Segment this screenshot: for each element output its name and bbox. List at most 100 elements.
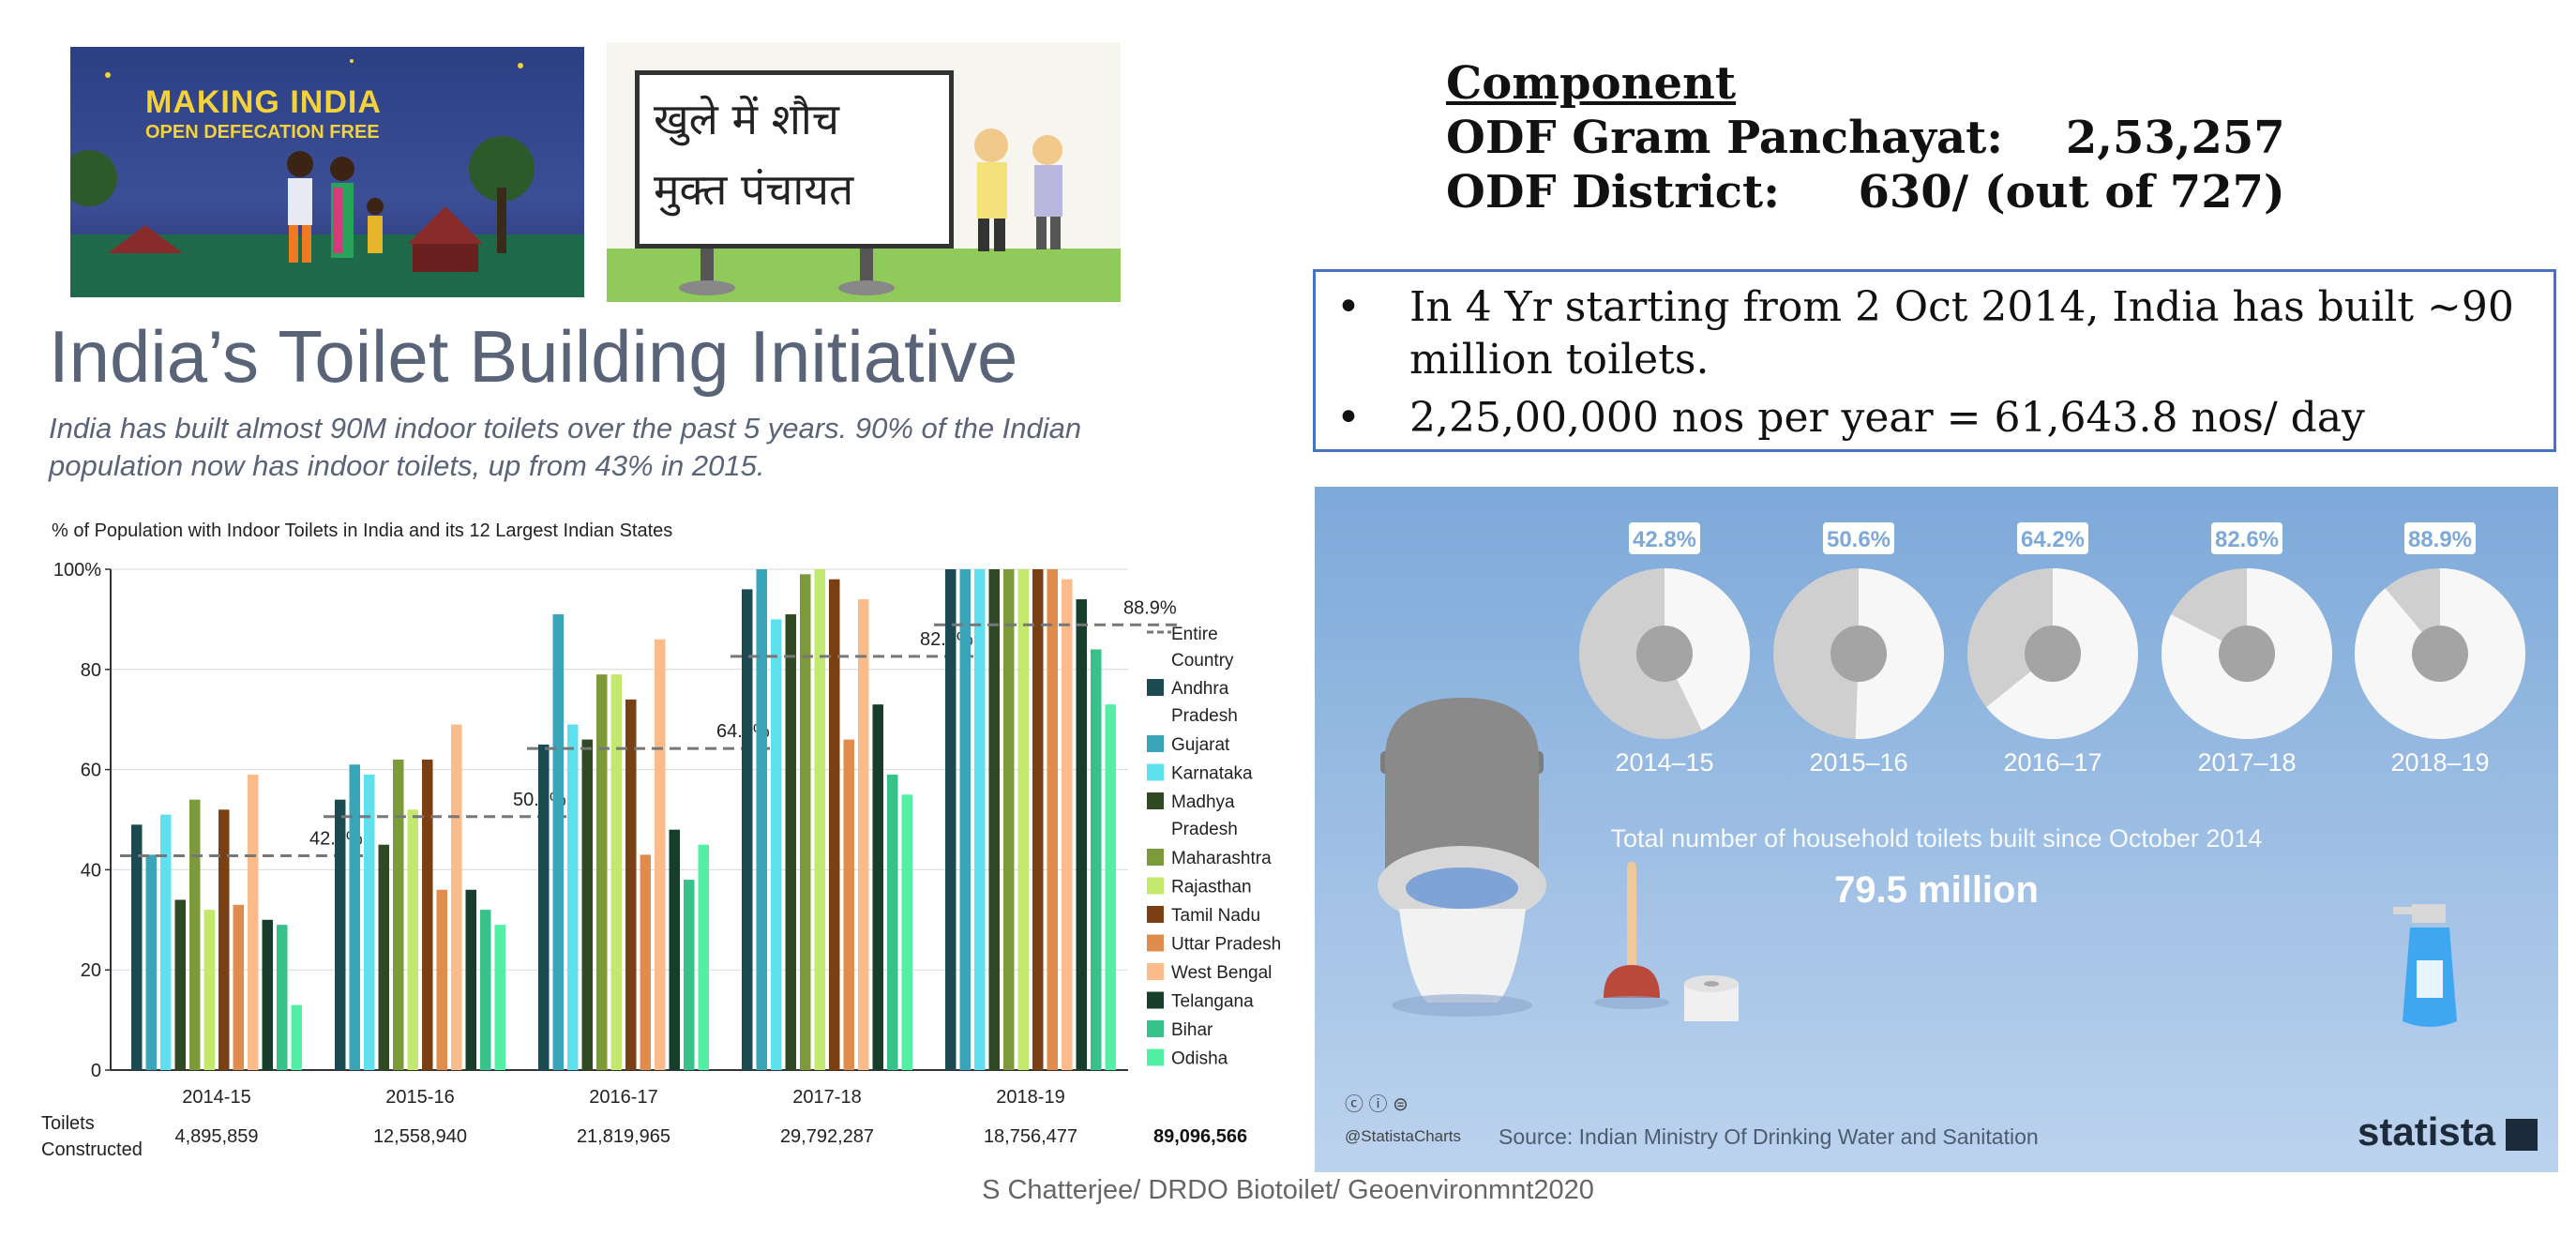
bar-andhra-pradesh (945, 569, 957, 1070)
bar-madhya-pradesh (785, 614, 796, 1070)
bar-bihar (887, 774, 898, 1070)
legend-swatch-madhya-pradesh (1147, 792, 1164, 809)
legend-swatch-andhra-pradesh (1147, 679, 1164, 696)
bar-rajasthan (814, 569, 825, 1070)
bar-andhra-pradesh (742, 589, 753, 1070)
legend-label: Country (1171, 651, 1234, 671)
legend-label: Andhra (1171, 679, 1229, 699)
bar-madhya-pradesh (378, 844, 389, 1070)
legend-label: Maharashtra (1171, 849, 1272, 868)
bar-odisha (1105, 704, 1116, 1070)
poster-headline: MAKING INDIA (145, 84, 382, 120)
x-tick-label: 2014-15 (182, 1087, 250, 1108)
bar-bihar (684, 880, 695, 1070)
toilets-constructed-value: 4,895,859 (175, 1126, 259, 1147)
toilets-constructed-label-line1: Toilets (41, 1113, 95, 1134)
component-summary: Component ODF Gram Panchayat: 2,53,257 O… (1446, 56, 2285, 219)
x-tick-label: 2015-16 (385, 1087, 454, 1108)
donut-value-label: 64.2% (2021, 527, 2085, 552)
bar-uttar-pradesh (1047, 569, 1058, 1070)
bar-uttar-pradesh (233, 904, 244, 1070)
legend-label: Odisha (1171, 1049, 1228, 1069)
bar-uttar-pradesh (436, 889, 447, 1070)
legend-swatch-uttar-pradesh (1147, 934, 1164, 952)
statista-source: Source: Indian Ministry Of Drinking Wate… (1499, 1124, 2039, 1149)
bar-maharashtra (596, 674, 608, 1070)
bar-telangana (872, 704, 883, 1070)
legend-label: Karnataka (1171, 764, 1253, 784)
bar-telangana (1076, 599, 1087, 1070)
statista-handle: @StatistaCharts (1345, 1127, 1462, 1145)
legend-label: Uttar Pradesh (1171, 935, 1281, 955)
cc-license-icons: ⓒ ⓘ ⊜ (1345, 1094, 1409, 1115)
bar-telangana (465, 889, 476, 1070)
cartoon-signboard: खुले में शौच मुक्त पंचायत (607, 42, 1121, 302)
legend-label: Gujarat (1171, 735, 1230, 755)
bar-rajasthan (407, 809, 418, 1070)
bar-uttar-pradesh (640, 854, 651, 1070)
bar-karnataka (771, 619, 782, 1070)
x-tick-label: 2018-19 (996, 1087, 1064, 1108)
legend-label: Tamil Nadu (1171, 906, 1260, 926)
bar-bihar (1091, 649, 1102, 1070)
bar-rajasthan (1017, 569, 1029, 1070)
donut-hole (2412, 626, 2468, 682)
spray-bottle-icon (2393, 904, 2457, 1027)
bar-west-bengal (451, 724, 462, 1070)
donut-hole (2025, 626, 2081, 682)
donut-hole (1636, 626, 1693, 682)
bar-uttar-pradesh (843, 739, 854, 1070)
poster-subheadline: OPEN DEFECATION FREE (145, 122, 380, 143)
statista-infographic: 42.8% 2014–15 50.6% 2015–16 64.2% 2016–17 82.6… (1315, 487, 2558, 1172)
x-tick-label: 2017-18 (792, 1087, 861, 1108)
toilet-icon (1378, 698, 1546, 1017)
bar-rajasthan (610, 674, 622, 1070)
statista-logo-icon (2506, 1119, 2538, 1151)
bar-maharashtra (189, 799, 201, 1070)
bar-maharashtra (800, 574, 811, 1070)
bar-karnataka (160, 814, 172, 1070)
donut-year-label: 2016–17 (2003, 748, 2101, 777)
donut-year-label: 2014–15 (1615, 748, 1713, 777)
bar-tamil-nadu (829, 579, 840, 1070)
bar-gujarat (349, 764, 360, 1070)
bar-west-bengal (655, 639, 666, 1070)
toilets-constructed-value: 18,756,477 (984, 1126, 1077, 1147)
legend-label: Entire (1171, 625, 1218, 644)
page-title: India’s Toilet Building Initiative (49, 315, 1018, 398)
toilets-constructed-total: 89,096,566 (1153, 1126, 1247, 1147)
statista-total: 79.5 million (1834, 869, 2039, 911)
y-tick-label: 20 (81, 960, 101, 981)
bar-maharashtra (393, 759, 404, 1070)
legend-label: Telangana (1171, 992, 1254, 1012)
legend-swatch-tamil-nadu (1147, 906, 1164, 923)
donut-value-label: 88.9% (2408, 527, 2472, 552)
toilets-constructed-label-line2: Constructed (41, 1139, 143, 1160)
chart-title: % of Population with Indoor Toilets in I… (52, 520, 673, 541)
toilets-constructed-value: 12,558,940 (373, 1126, 467, 1147)
making-india-poster: MAKING INDIA OPEN DEFECATION FREE (70, 47, 584, 297)
x-tick-label: 2016-17 (589, 1087, 657, 1108)
donut-value-label: 42.8% (1633, 527, 1696, 552)
y-tick-label: 60 (81, 761, 101, 781)
bar-chart: 020406080100%2014-1542.8%4,895,8592015-1… (41, 560, 1281, 1160)
bar-andhra-pradesh (538, 744, 550, 1070)
legend-label: Rajasthan (1171, 878, 1252, 898)
legend-swatch-maharashtra (1147, 849, 1164, 866)
bar-karnataka (974, 569, 986, 1070)
y-tick-label: 100% (53, 560, 101, 581)
bar-telangana (669, 829, 680, 1070)
legend-label: West Bengal (1171, 963, 1272, 983)
toilets-constructed-value: 29,792,287 (780, 1126, 874, 1147)
bullet-1: In 4 Yr starting from 2 Oct 2014, India … (1409, 283, 2514, 384)
bar-tamil-nadu (422, 759, 433, 1070)
bar-madhya-pradesh (988, 569, 1000, 1070)
toilets-constructed-value: 21,819,965 (577, 1126, 670, 1147)
donut-year-label: 2018–19 (2390, 748, 2489, 777)
bullet-marker: • (1336, 283, 1361, 331)
signboard-text-line1: खुले में शौच (654, 94, 839, 144)
statista-logo: statista (2358, 1109, 2496, 1154)
bar-gujarat (756, 569, 767, 1070)
highlight-box: • In 4 Yr starting from 2 Oct 2014, Indi… (1313, 269, 2556, 452)
bar-gujarat (959, 569, 971, 1070)
